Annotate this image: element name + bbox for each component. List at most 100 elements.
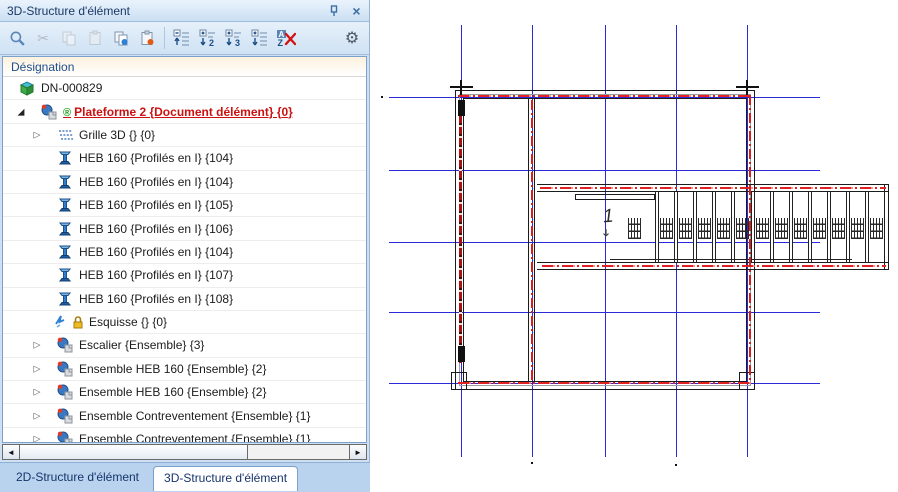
tree-item[interactable]: HEB 160 {Profilés en I} {105} <box>3 194 366 217</box>
expander-expanded-icon[interactable]: ◢ <box>15 106 27 117</box>
tree-item[interactable]: ▷ Ensemble Contreventement {Ensemble} {1} <box>3 428 366 443</box>
beam-vertical <box>884 184 889 270</box>
toolbar-separator <box>164 27 165 49</box>
scrollbar-thumb[interactable] <box>20 445 248 459</box>
tree-item[interactable]: ▷Ensemble Contreventement {Ensemble} {1} <box>3 404 366 427</box>
cut-icon[interactable]: ✂ <box>31 25 55 51</box>
grating-hatch <box>813 218 826 239</box>
joist-beam <box>655 192 659 262</box>
grating-hatch <box>851 218 864 239</box>
grating-hatch <box>832 218 845 239</box>
expander-collapsed-icon[interactable]: ▷ <box>31 410 43 421</box>
tree-item-label: Ensemble HEB 160 {Ensemble} {2} <box>79 362 266 376</box>
copy-icon[interactable] <box>57 25 81 51</box>
pin-icon[interactable] <box>325 2 342 19</box>
tab-2d-structure[interactable]: 2D-Structure d'élément <box>6 466 149 490</box>
tree-item[interactable]: HEB 160 {Profilés en I} {104} <box>3 241 366 264</box>
grating-hatch <box>736 218 749 239</box>
tab-3d-structure[interactable]: 3D-Structure d'élément <box>153 466 298 491</box>
centerline-red <box>540 187 886 189</box>
tree-item[interactable]: ▷ Ensemble HEB 160 {Ensemble} {2} <box>3 381 366 404</box>
scroll-right-icon[interactable]: ► <box>349 445 366 459</box>
horizontal-scrollbar[interactable]: ◄ ► <box>2 444 367 460</box>
tree-item[interactable]: DN-000829 <box>3 77 366 100</box>
tree-item-label: HEB 160 {Profilés en I} {106} <box>79 222 233 236</box>
paste-structure-icon[interactable] <box>135 25 159 51</box>
remove-sort-icon[interactable]: AZ <box>274 25 298 51</box>
structure-outline <box>575 194 655 200</box>
tree-item[interactable]: HEB 160 {Profilés en I} {104} <box>3 147 366 170</box>
expand-all-icon[interactable] <box>248 25 272 51</box>
structure-mark <box>458 346 465 362</box>
lock-icon <box>70 314 86 330</box>
tree-item-label: Ensemble Contreventement {Ensemble} {1} <box>79 432 310 443</box>
cad-viewport[interactable]: 1 <box>370 0 898 492</box>
settings-gear-icon[interactable]: ⚙ <box>340 25 364 51</box>
ibeam-icon <box>57 174 73 190</box>
scroll-left-icon[interactable]: ◄ <box>3 445 20 459</box>
panel-title-bar: 3D-Structure d'élément × <box>0 0 369 22</box>
panel-toolbar: ✂ 2 3 <box>0 22 369 55</box>
ibeam-icon <box>57 197 73 213</box>
grating-hatch <box>660 218 673 239</box>
expander-collapsed-icon[interactable]: ▷ <box>31 340 43 351</box>
grating-hatch <box>628 218 641 239</box>
tree-item[interactable]: ▷Grille 3D {} {0} <box>3 124 366 147</box>
joist-beam <box>674 192 678 262</box>
grating-hatch <box>870 218 883 239</box>
tree-item[interactable]: ▷Escalier {Ensemble} {3} <box>3 334 366 357</box>
assembly-icon <box>57 384 73 400</box>
tree-item-label: HEB 160 {Profilés en I} {108} <box>79 292 233 306</box>
centerline-red <box>542 265 886 267</box>
assembly-icon <box>41 104 57 120</box>
tree-item[interactable]: HEB 160 {Profilés en I} {106} <box>3 217 366 240</box>
grid-icon <box>57 127 73 143</box>
tree-item[interactable]: HEB 160 {Profilés en I} {108} <box>3 288 366 311</box>
ibeam-icon <box>57 244 73 260</box>
expander-collapsed-icon[interactable]: ▷ <box>31 363 43 374</box>
tree-item[interactable]: HEB 160 {Profilés en I} {104} <box>3 171 366 194</box>
assembly-icon <box>57 337 73 353</box>
svg-text:Z: Z <box>278 38 284 47</box>
ibeam-icon <box>57 291 73 307</box>
joist-beam <box>846 192 850 262</box>
expander-collapsed-icon[interactable]: ▷ <box>31 434 43 443</box>
ibeam-icon <box>57 221 73 237</box>
structure-mark <box>675 464 677 466</box>
annotation-arrow-icon <box>601 226 611 244</box>
joist-beam <box>731 192 735 262</box>
tree-item-label: Ensemble HEB 160 {Ensemble} {2} <box>79 385 266 399</box>
tree-item[interactable]: ▷ Ensemble HEB 160 {Ensemble} {2} <box>3 358 366 381</box>
tree-column-header[interactable]: Désignation <box>3 57 366 77</box>
tree-item[interactable]: ◢®Plateforme 2 {Document délément} {0} <box>3 100 366 123</box>
joist-beam <box>770 192 774 262</box>
ibeam-icon <box>57 150 73 166</box>
collapse-all-icon[interactable] <box>170 25 194 51</box>
joist-beam <box>827 192 831 262</box>
tree-item-label: DN-000829 <box>41 81 102 95</box>
search-icon[interactable] <box>5 25 29 51</box>
registered-icon: ® <box>63 107 71 119</box>
structure-tree: Désignation DN-000829◢®Plateforme 2 {Doc… <box>2 56 367 443</box>
copy-structure-icon[interactable] <box>109 25 133 51</box>
svg-text:2: 2 <box>209 38 214 47</box>
tree-item[interactable]: Esquisse {} {0} <box>3 311 366 334</box>
structure-mark <box>746 80 748 95</box>
tree-item-label: HEB 160 {Profilés en I} {107} <box>79 268 233 282</box>
paste-icon[interactable] <box>83 25 107 51</box>
tree-item[interactable]: HEB 160 {Profilés en I} {107} <box>3 264 366 287</box>
sketch-icon <box>53 314 69 330</box>
expand-level-2-icon[interactable]: 2 <box>196 25 220 51</box>
structure-outline <box>739 372 755 390</box>
assembly-icon <box>57 431 73 443</box>
expander-collapsed-icon[interactable]: ▷ <box>31 387 43 398</box>
annotation-label: 1 <box>602 206 614 229</box>
joist-beam <box>751 192 755 262</box>
expander-collapsed-icon[interactable]: ▷ <box>31 129 43 140</box>
close-icon[interactable]: × <box>348 2 365 19</box>
tree-item-label: Esquisse {} {0} <box>89 315 167 329</box>
centerline-red-vertical <box>749 95 751 383</box>
assembly-icon <box>57 408 73 424</box>
ibeam-icon <box>57 267 73 283</box>
expand-level-3-icon[interactable]: 3 <box>222 25 246 51</box>
